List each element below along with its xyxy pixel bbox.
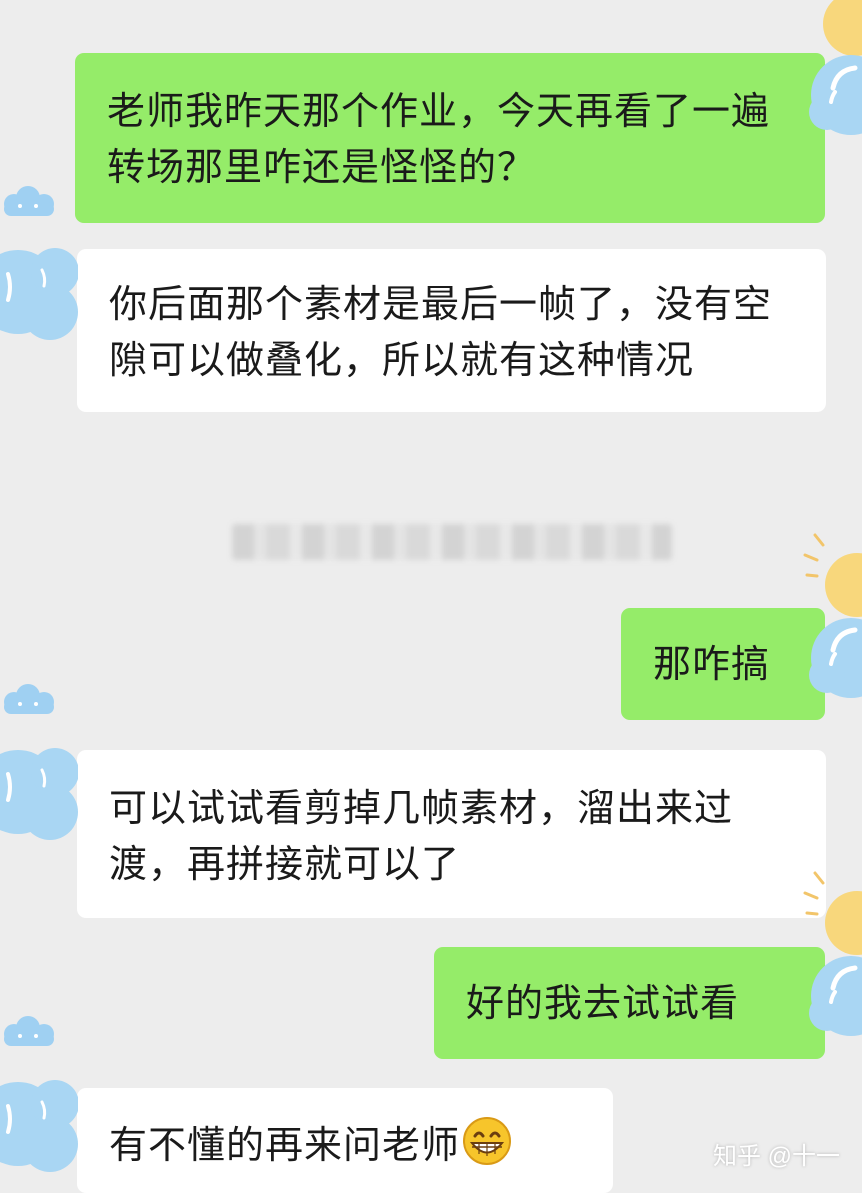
message-bubble-received[interactable]: 有不懂的再来问老师 [77,1088,613,1193]
message-text: 好的我去试试看 [466,981,740,1025]
grinning-face-emoji-icon [463,1117,512,1165]
message-bubble-sent[interactable]: 那咋搞 [621,608,825,720]
message-bubble-sent[interactable]: 老师我昨天那个作业，今天再看了一遍转场那里咋还是怪怪的？ [75,53,825,223]
message-text: 可以试试看剪掉几帧素材，溜出来过渡，再拼接就可以了 [109,786,734,886]
message-text: 你后面那个素材是最后一帧了，没有空隙可以做叠化，所以就有这种情况 [109,282,773,382]
redacted-system-notice [232,524,672,560]
message-text: 老师我昨天那个作业，今天再看了一遍转场那里咋还是怪怪的？ [107,89,771,189]
self-avatar-icon[interactable] [803,530,862,720]
contact-avatar-icon[interactable] [0,1012,78,1189]
contact-avatar-icon[interactable] [0,680,78,880]
message-bubble-received[interactable]: 你后面那个素材是最后一帧了，没有空隙可以做叠化，所以就有这种情况 [77,249,826,412]
message-bubble-received[interactable]: 可以试试看剪掉几帧素材，溜出来过渡，再拼接就可以了 [77,750,826,918]
chat-area: 老师我昨天那个作业，今天再看了一遍转场那里咋还是怪怪的？ 你后面那个素材是最后一… [0,0,862,1193]
self-avatar-icon[interactable] [803,0,862,145]
self-avatar-icon[interactable] [803,868,862,1058]
contact-avatar-icon[interactable] [0,182,78,382]
message-text: 有不懂的再来问老师 [109,1116,593,1173]
zhihu-watermark: 知乎 @十一 [712,1143,840,1170]
message-text: 那咋搞 [653,642,771,686]
message-bubble-sent[interactable]: 好的我去试试看 [434,947,825,1059]
